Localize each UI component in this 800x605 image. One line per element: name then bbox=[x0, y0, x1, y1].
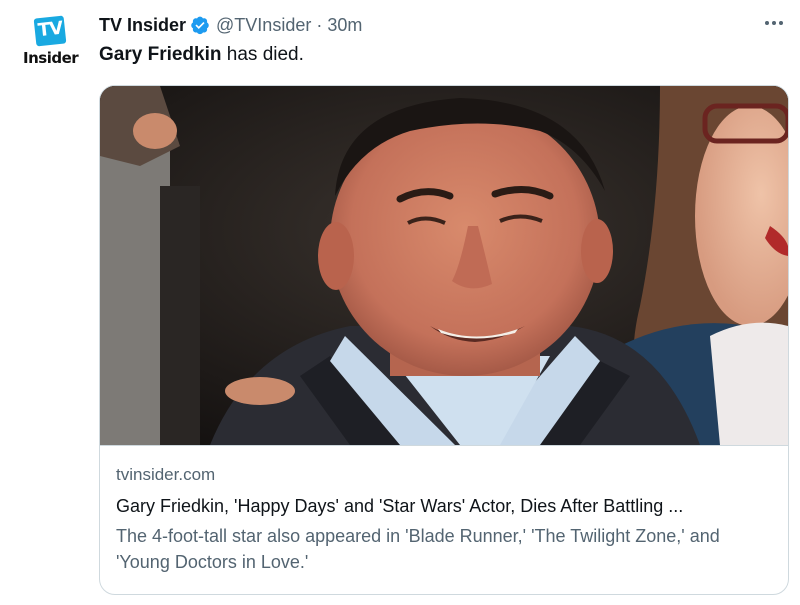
avatar-logo-tv: TV bbox=[36, 17, 64, 42]
photo-of-smiling-man bbox=[100, 86, 788, 445]
separator-dot: · bbox=[316, 14, 323, 35]
avatar-logo-word: Insider bbox=[23, 49, 79, 67]
card-domain: tvinsider.com bbox=[116, 465, 216, 484]
verified-badge-icon bbox=[191, 16, 209, 35]
tweet-bold-name: Gary Friedkin bbox=[99, 44, 222, 65]
card-description: The 4-foot-tall star also appeared in 'B… bbox=[116, 526, 720, 572]
tweet-text: Gary Friedkin has died. bbox=[99, 44, 304, 66]
card-title[interactable]: Gary Friedkin, 'Happy Days' and 'Star Wa… bbox=[116, 494, 772, 518]
card-meta: tvinsider.com Gary Friedkin, 'Happy Days… bbox=[100, 445, 788, 594]
display-name[interactable]: TV Insider bbox=[99, 15, 186, 36]
account-handle[interactable]: @TVInsider bbox=[216, 15, 311, 36]
card-image[interactable] bbox=[100, 86, 788, 445]
tweet-timestamp[interactable]: 30m bbox=[327, 15, 362, 36]
account-avatar[interactable]: TV Insider bbox=[22, 13, 80, 69]
tweet-header: TV Insider @TVInsider · 30m bbox=[99, 12, 362, 38]
tweet-text-rest: has died. bbox=[221, 44, 304, 65]
link-preview-card[interactable]: tvinsider.com Gary Friedkin, 'Happy Days… bbox=[99, 85, 789, 595]
more-options-icon[interactable] bbox=[762, 12, 786, 34]
